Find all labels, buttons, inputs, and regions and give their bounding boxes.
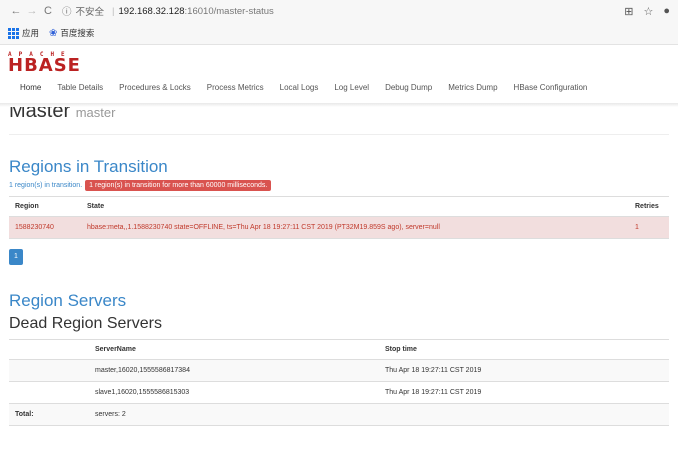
total-label: Total: bbox=[9, 403, 89, 426]
bookmark-apps[interactable]: 应用 bbox=[8, 27, 39, 39]
total-blank-cell bbox=[379, 403, 669, 426]
main-content: Master master Regions in Transition 1 re… bbox=[0, 107, 678, 426]
url-separator: | bbox=[112, 5, 115, 17]
dead-region-servers-heading: Dead Region Servers bbox=[9, 315, 162, 332]
nav-metrics-dump[interactable]: Metrics Dump bbox=[440, 83, 505, 92]
table-row: slave1,16020,1555586815303 Thu Apr 18 19… bbox=[9, 381, 669, 404]
info-icon[interactable]: ⓘ bbox=[62, 4, 72, 18]
star-icon[interactable]: ☆ bbox=[643, 5, 653, 18]
insecure-label: 不安全 bbox=[75, 7, 105, 18]
page-title: Master master bbox=[9, 107, 116, 122]
column-header-stop-time: Stop time bbox=[379, 339, 669, 360]
stop-time-cell: Thu Apr 18 19:27:11 CST 2019 bbox=[379, 381, 669, 404]
nav-table-details[interactable]: Table Details bbox=[49, 83, 111, 92]
translate-icon[interactable]: ⊞ bbox=[624, 5, 633, 18]
total-row: Total: servers: 2 bbox=[9, 403, 669, 426]
url-host: 192.168.32.128 bbox=[118, 5, 185, 17]
page-subtitle: master bbox=[75, 107, 116, 120]
nav-debug-dump[interactable]: Debug Dump bbox=[377, 83, 440, 92]
nav-procedures-locks[interactable]: Procedures & Locks bbox=[111, 83, 199, 92]
address-bar-row: ← → C ⓘ 不安全 | 192.168.32.128:16010/maste… bbox=[0, 0, 678, 22]
nav-home[interactable]: Home bbox=[0, 83, 49, 92]
row-blank-cell bbox=[9, 359, 89, 382]
region-cell: 1588230740 bbox=[9, 216, 81, 239]
table-row: master,16020,1555586817384 Thu Apr 18 19… bbox=[9, 359, 669, 382]
browser-actions: ⊞ ☆ ● bbox=[624, 5, 670, 18]
master-heading: Master master bbox=[9, 107, 669, 135]
column-header-region: Region bbox=[9, 196, 81, 217]
stop-time-cell: Thu Apr 18 19:27:11 CST 2019 bbox=[379, 359, 669, 382]
nav-hbase-configuration[interactable]: HBase Configuration bbox=[506, 83, 596, 92]
state-cell: hbase:meta,,1.1588230740 state=OFFLINE, … bbox=[81, 216, 629, 239]
pagination-page-button[interactable]: 1 bbox=[9, 249, 23, 265]
rit-count-text: 1 region(s) in transition. bbox=[9, 182, 83, 189]
nav-log-level[interactable]: Log Level bbox=[326, 83, 377, 92]
total-value: servers: 2 bbox=[89, 403, 379, 426]
bookmark-baidu[interactable]: ❀ 百度搜索 bbox=[49, 27, 94, 39]
logo-hbase-text: HBASE bbox=[8, 55, 81, 76]
table-row: 1588230740 hbase:meta,,1.1588230740 stat… bbox=[9, 216, 669, 239]
url-field[interactable]: ⓘ 不安全 | 192.168.32.128:16010/master-stat… bbox=[62, 4, 624, 19]
servername-cell: master,16020,1555586817384 bbox=[89, 359, 379, 382]
column-header-retries: Retries bbox=[629, 196, 669, 217]
rit-heading: Regions in Transition bbox=[9, 157, 168, 176]
top-navigation: Home Table Details Procedures & Locks Pr… bbox=[0, 83, 595, 92]
bookmark-label: 百度搜索 bbox=[60, 28, 95, 38]
baidu-paw-icon: ❀ bbox=[49, 27, 58, 39]
bookmark-label: 应用 bbox=[22, 28, 40, 38]
apps-grid-icon bbox=[8, 27, 19, 39]
rit-table: Region State Retries 1588230740 hbase:me… bbox=[9, 196, 669, 239]
account-icon[interactable]: ● bbox=[663, 5, 670, 18]
column-header-state: State bbox=[81, 196, 629, 217]
forward-arrow-icon[interactable]: → bbox=[24, 5, 40, 17]
rit-summary: 1 region(s) in transition. 1 region(s) i… bbox=[9, 180, 669, 191]
reload-icon[interactable]: C bbox=[40, 5, 56, 17]
servername-cell: slave1,16020,1555586815303 bbox=[89, 381, 379, 404]
table-header-row: ServerName Stop time bbox=[9, 339, 669, 360]
nav-local-logs[interactable]: Local Logs bbox=[272, 83, 327, 92]
row-blank-cell bbox=[9, 381, 89, 404]
url-path: :16010/master-status bbox=[184, 5, 274, 17]
column-header-servername: ServerName bbox=[89, 339, 379, 360]
hbase-header: APACHE HBASE Home Table Details Procedur… bbox=[0, 45, 678, 103]
bookmarks-bar: 应用 ❀ 百度搜索 bbox=[0, 22, 678, 44]
table-header-row: Region State Retries bbox=[9, 196, 669, 217]
back-arrow-icon[interactable]: ← bbox=[8, 5, 24, 17]
region-servers-heading: Region Servers bbox=[9, 291, 127, 310]
hbase-logo[interactable]: APACHE HBASE bbox=[8, 51, 81, 76]
nav-process-metrics[interactable]: Process Metrics bbox=[199, 83, 272, 92]
rit-warning-badge: 1 region(s) in transition for more than … bbox=[85, 180, 272, 191]
retries-cell: 1 bbox=[629, 216, 669, 239]
dead-servers-table: ServerName Stop time master,16020,155558… bbox=[9, 339, 669, 426]
column-header-blank bbox=[9, 339, 89, 360]
browser-chrome: ← → C ⓘ 不安全 | 192.168.32.128:16010/maste… bbox=[0, 0, 678, 45]
